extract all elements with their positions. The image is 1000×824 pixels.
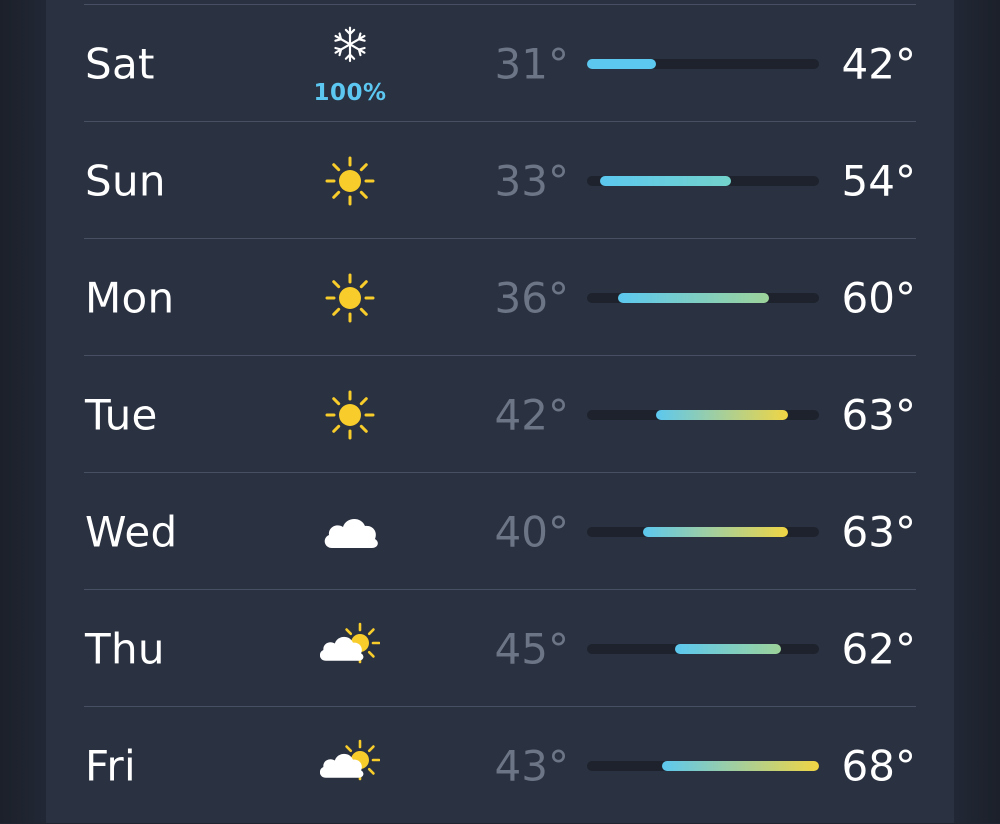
partly-cloudy-icon (320, 739, 380, 781)
high-temp: 54° (841, 156, 916, 205)
weather-icon-wrap (310, 707, 390, 824)
forecast-row-sat[interactable]: Sat 100% 31° 42° (84, 5, 916, 122)
temp-range-track (587, 644, 819, 654)
low-temp: 36° (494, 273, 569, 322)
temp-range-track (587, 293, 819, 303)
day-label: Fri (85, 741, 136, 790)
weather-icon-wrap (310, 122, 390, 239)
temp-range-track (587, 761, 819, 771)
forecast-row-tue[interactable]: Tue 42° 63° (84, 356, 916, 473)
temp-range-fill (587, 59, 656, 69)
forecast-row-fri[interactable]: Fri 43° 68° (84, 707, 916, 824)
partly-cloudy-icon (320, 622, 380, 664)
temp-range-fill (674, 644, 782, 654)
weather-icon-wrap (310, 239, 390, 356)
day-label: Thu (85, 624, 165, 673)
day-label: Sun (85, 156, 166, 205)
sun-icon (325, 156, 375, 206)
high-temp: 68° (841, 741, 916, 790)
low-temp: 42° (494, 390, 569, 439)
temp-range-track (587, 176, 819, 186)
high-temp: 62° (841, 624, 916, 673)
day-label: Mon (85, 273, 175, 322)
low-temp: 33° (494, 156, 569, 205)
temp-range-fill (655, 410, 788, 420)
forecast-row-thu[interactable]: Thu 45° 62° (84, 590, 916, 707)
low-temp: 31° (494, 39, 569, 88)
temp-range-track (587, 410, 819, 420)
high-temp: 63° (841, 507, 916, 556)
temp-range-fill (662, 761, 819, 771)
weather-icon-wrap (310, 473, 390, 590)
temp-range-fill (599, 176, 732, 186)
forecast-row-sun[interactable]: Sun 33° 54° (84, 122, 916, 239)
high-temp: 60° (841, 273, 916, 322)
day-label: Tue (85, 390, 158, 439)
day-label: Sat (85, 39, 155, 88)
sun-icon (325, 390, 375, 440)
weather-icon-wrap: 100% (310, 5, 390, 122)
day-label: Wed (85, 507, 178, 556)
temp-range-track (587, 527, 819, 537)
cloud-icon (324, 518, 378, 548)
precip-chance: 100% (313, 80, 387, 106)
temp-range-fill (643, 527, 788, 537)
low-temp: 45° (494, 624, 569, 673)
forecast-row-mon[interactable]: Mon 36° 60° (84, 239, 916, 356)
high-temp: 42° (841, 39, 916, 88)
sun-icon (325, 273, 375, 323)
temp-range-fill (618, 293, 769, 303)
weather-icon-wrap (310, 356, 390, 473)
snowflake-icon (334, 26, 366, 63)
low-temp: 43° (494, 741, 569, 790)
weather-icon-wrap (310, 590, 390, 707)
low-temp: 40° (494, 507, 569, 556)
forecast-row-wed[interactable]: Wed 40° 63° (84, 473, 916, 590)
temp-range-track (587, 59, 819, 69)
high-temp: 63° (841, 390, 916, 439)
